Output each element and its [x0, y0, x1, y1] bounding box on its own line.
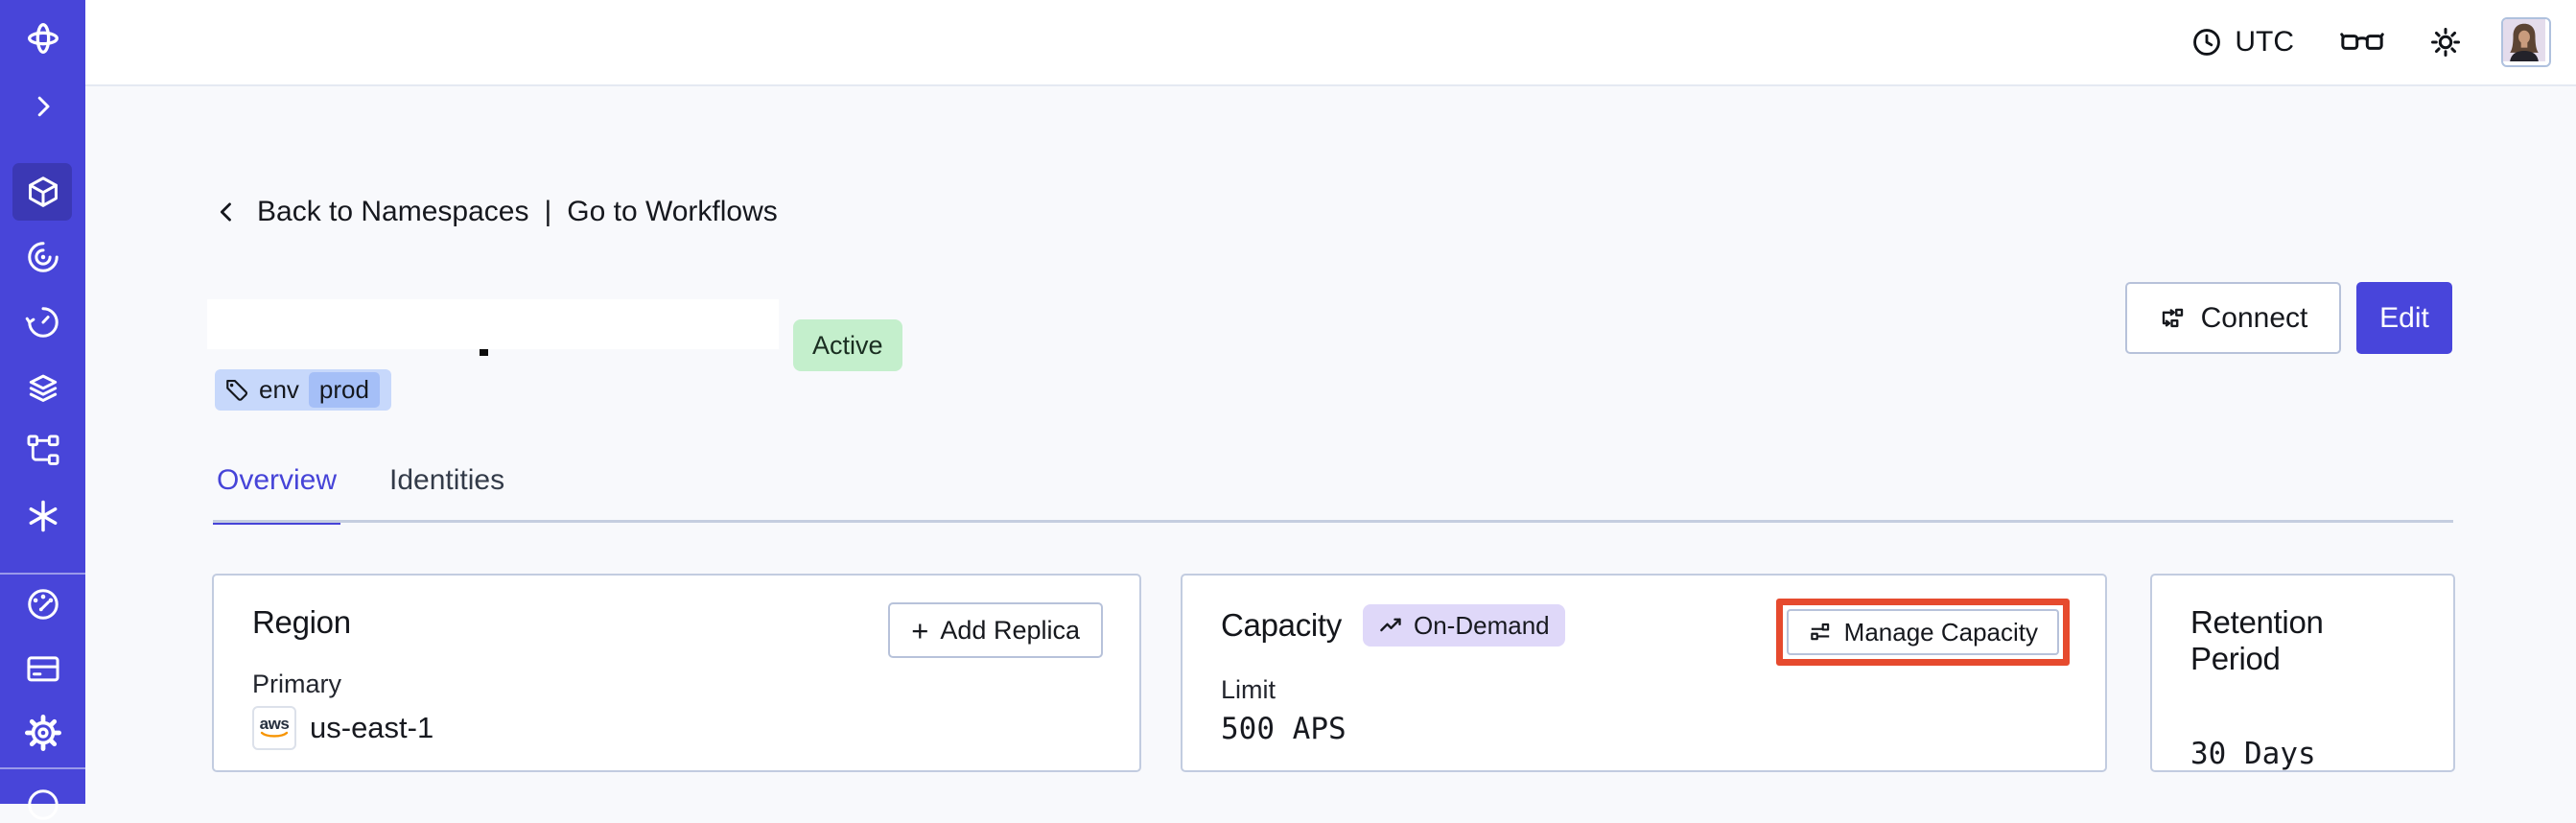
- region-value: us-east-1: [310, 711, 434, 744]
- sidebar-divider: [0, 767, 85, 769]
- sidebar-item-namespaces[interactable]: [25, 174, 61, 210]
- topbar: UTC: [85, 0, 2576, 86]
- connect-icon: [2159, 304, 2188, 333]
- retention-value: 30 Days: [2190, 737, 2316, 771]
- action-highlight-box: Manage Capacity: [1775, 599, 2070, 666]
- connect-button[interactable]: Connect: [2125, 282, 2341, 354]
- sidebar-item-stacks[interactable]: [25, 369, 61, 406]
- retention-card-title: Retention Period: [2190, 604, 2324, 676]
- on-demand-label: On-Demand: [1414, 610, 1550, 640]
- light-mode-icon[interactable]: [2428, 25, 2463, 59]
- sidebar-item-schedules[interactable]: [25, 304, 61, 341]
- chevron-left-icon[interactable]: [213, 199, 240, 225]
- add-replica-button[interactable]: + Add Replica: [888, 602, 1103, 658]
- capacity-card: Capacity On-Demand Manage Capacity Limit…: [1181, 574, 2107, 772]
- glasses-icon[interactable]: [2340, 31, 2384, 54]
- namespace-name-redacted: [207, 299, 779, 349]
- trending-up-icon: [1378, 613, 1404, 639]
- sidebar-item-workflows[interactable]: [25, 239, 61, 275]
- add-replica-label: Add Replica: [940, 615, 1080, 645]
- status-badge: Active: [793, 319, 902, 371]
- clock-icon: [2190, 26, 2223, 59]
- sidebar-item-nexus[interactable]: [25, 498, 61, 534]
- avatar[interactable]: [2501, 17, 2551, 67]
- tab-bar: Overview Identities: [213, 464, 508, 525]
- region-primary-label: Primary: [252, 670, 341, 698]
- breadcrumb-back-link[interactable]: Back to Namespaces: [257, 196, 528, 228]
- timezone-selector[interactable]: UTC: [2190, 26, 2294, 59]
- tab-overview[interactable]: Overview: [213, 464, 341, 525]
- edit-label: Edit: [2379, 301, 2429, 334]
- capacity-value-row: 500 APS: [1221, 712, 2067, 746]
- sidebar-item-pipelines[interactable]: [25, 433, 61, 469]
- sidebar: [0, 0, 85, 820]
- sidebar-item-usage[interactable]: [25, 586, 61, 623]
- expand-nav-icon[interactable]: [29, 92, 58, 121]
- sliders-icon: [1808, 620, 1833, 645]
- breadcrumb: Back to Namespaces | Go to Workflows: [213, 196, 778, 228]
- retention-value-row: 30 Days: [2190, 737, 2415, 771]
- capacity-value: 500 APS: [1221, 712, 1347, 746]
- sidebar-divider: [0, 573, 85, 575]
- plus-icon: +: [911, 613, 929, 647]
- retention-card: Retention Period 30 Days: [2150, 574, 2455, 772]
- timezone-label: UTC: [2235, 26, 2294, 58]
- main-content: Back to Namespaces | Go to Workflows Act…: [85, 86, 2576, 804]
- temporal-logo-icon[interactable]: [24, 19, 62, 58]
- namespace-tag[interactable]: env prod: [215, 369, 391, 411]
- aws-logo-text: aws: [259, 714, 290, 733]
- tab-divider-line: [213, 520, 2453, 523]
- manage-capacity-label: Manage Capacity: [1843, 617, 2038, 647]
- region-value-row: aws us-east-1: [252, 706, 1101, 750]
- capacity-card-title: Capacity: [1221, 607, 1342, 643]
- tag-key: env: [259, 375, 299, 404]
- sidebar-item-support[interactable]: [25, 787, 61, 823]
- tag-icon: [224, 378, 249, 403]
- tab-identities[interactable]: Identities: [386, 464, 508, 525]
- manage-capacity-button[interactable]: Manage Capacity: [1786, 609, 2059, 655]
- on-demand-badge: On-Demand: [1363, 604, 1565, 647]
- sidebar-item-settings[interactable]: [24, 715, 61, 751]
- namespace-name-fragment: [480, 349, 488, 356]
- edit-button[interactable]: Edit: [2356, 282, 2452, 354]
- breadcrumb-workflows-link[interactable]: Go to Workflows: [567, 196, 778, 228]
- app-root: UTC Back to Namespaces | Go to Workflows…: [0, 0, 2576, 820]
- connect-label: Connect: [2200, 301, 2308, 334]
- breadcrumb-separator: |: [544, 196, 552, 227]
- region-card: Region + Add Replica Primary aws us-east…: [212, 574, 1141, 772]
- tag-value-chip: prod: [308, 372, 380, 408]
- aws-logo: aws: [252, 706, 296, 750]
- capacity-limit-label: Limit: [1221, 675, 1276, 704]
- sidebar-item-billing[interactable]: [25, 650, 61, 687]
